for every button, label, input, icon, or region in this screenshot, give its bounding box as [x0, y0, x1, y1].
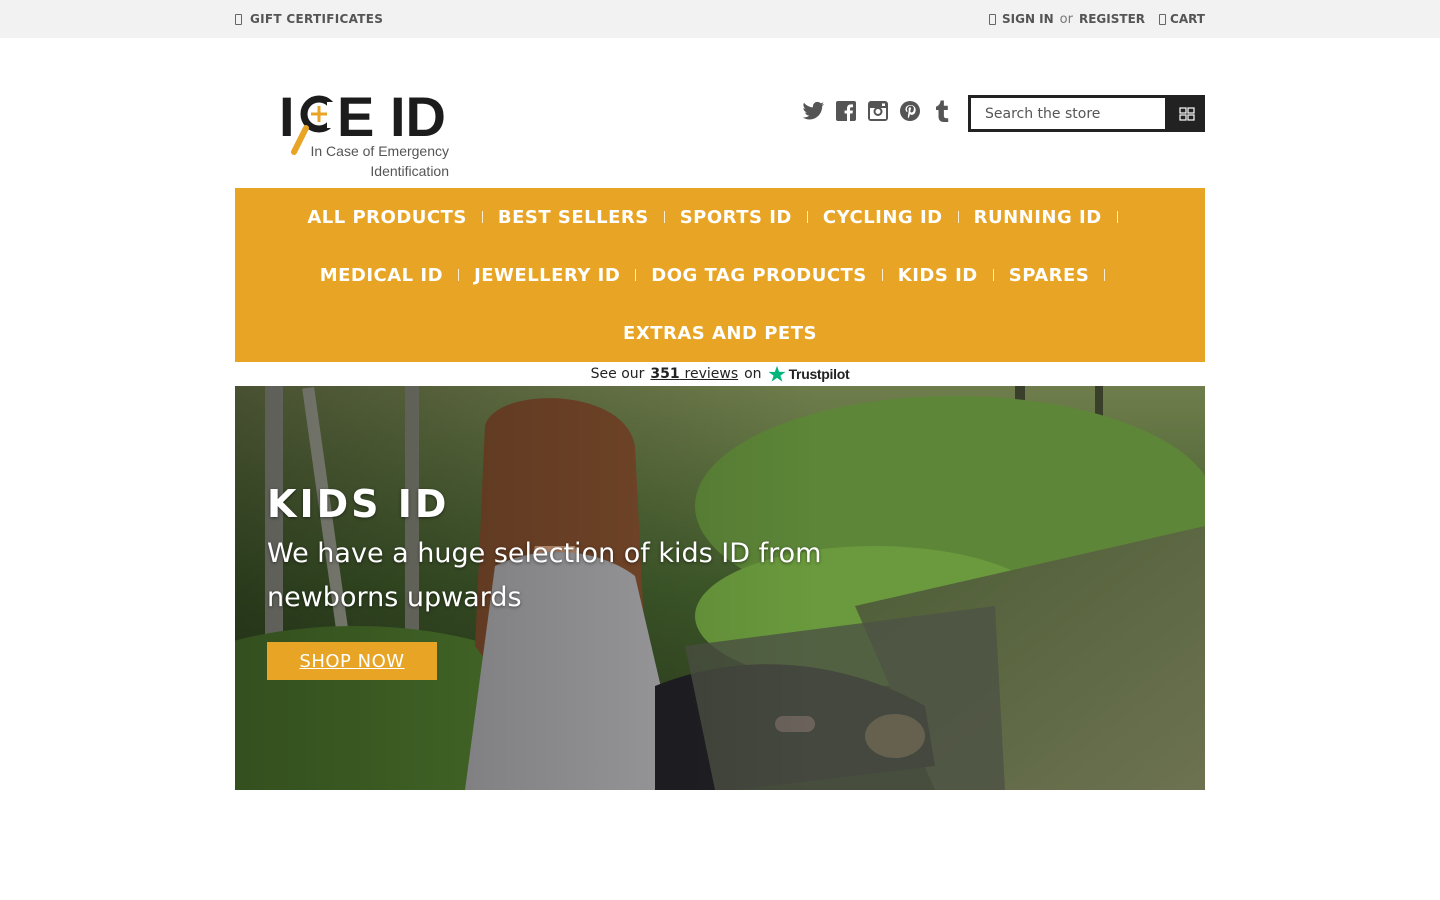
nav-item-best-sellers[interactable]: BEST SELLERS: [498, 207, 680, 228]
nav-row-2: MEDICAL ID JEWELLERY ID DOG TAG PRODUCTS…: [275, 246, 1165, 304]
facebook-icon[interactable]: [835, 100, 857, 122]
hero-text: KIDS ID We have a huge selection of kids…: [267, 482, 907, 620]
instagram-icon[interactable]: [867, 100, 889, 122]
svg-text:ID: ID: [390, 90, 446, 148]
nav-item-dog-tag-products[interactable]: DOG TAG PRODUCTS: [651, 265, 898, 286]
nav-item-spares[interactable]: SPARES: [1009, 265, 1121, 286]
nav-item-medical-id[interactable]: MEDICAL ID: [320, 265, 474, 286]
gift-certificates-link[interactable]: GIFT CERTIFICATES: [235, 12, 383, 26]
search-button[interactable]: [1168, 95, 1205, 132]
social-links: [803, 100, 953, 122]
search-form: [968, 95, 1205, 132]
shop-now-button[interactable]: SHOP NOW: [267, 642, 437, 680]
trustpilot-widget[interactable]: See our 351 reviews on Trustpilot: [235, 362, 1205, 386]
trustpilot-prefix: See our: [590, 366, 645, 382]
gift-icon: [235, 13, 242, 25]
nav-item-sports-id[interactable]: SPORTS ID: [680, 207, 823, 228]
trustpilot-review-count[interactable]: 351 reviews: [650, 366, 738, 382]
svg-text:E: E: [337, 90, 374, 148]
tumblr-icon[interactable]: [931, 100, 953, 122]
nav-row-3: EXTRAS AND PETS: [275, 304, 1165, 362]
main-navigation: ALL PRODUCTS BEST SELLERS SPORTS ID CYCL…: [235, 188, 1205, 362]
twitter-icon[interactable]: [803, 100, 825, 122]
logo-tagline-1: In Case of Emergency: [310, 143, 449, 159]
nav-row-1: ALL PRODUCTS BEST SELLERS SPORTS ID CYCL…: [275, 188, 1165, 246]
or-text: or: [1059, 11, 1073, 27]
user-icon: [988, 13, 996, 25]
gift-certificates-label: GIFT CERTIFICATES: [250, 12, 384, 26]
cart-icon: [1159, 13, 1167, 25]
nav-item-extras-and-pets[interactable]: EXTRAS AND PETS: [623, 323, 817, 344]
hero-banner: KIDS ID We have a huge selection of kids…: [235, 386, 1205, 790]
search-input[interactable]: [968, 95, 1168, 132]
site-header: I E ID In Case of Emergency Identificati…: [235, 38, 1205, 188]
nav-item-jewellery-id[interactable]: JEWELLERY ID: [474, 265, 651, 286]
hero-title: KIDS ID: [267, 482, 450, 526]
trustpilot-star-icon: [768, 365, 786, 382]
nav-item-kids-id[interactable]: KIDS ID: [898, 265, 1009, 286]
logo-tagline-2: Identification: [370, 163, 449, 179]
nav-item-all-products[interactable]: ALL PRODUCTS: [307, 207, 498, 228]
register-link[interactable]: REGISTER: [1079, 12, 1145, 26]
hero-subtitle: We have a huge selection of kids ID from…: [267, 538, 822, 613]
search-icon: [1178, 106, 1195, 121]
nav-item-cycling-id[interactable]: CYCLING ID: [823, 207, 974, 228]
svg-text:I: I: [279, 90, 295, 148]
sign-in-link[interactable]: SIGN IN: [1002, 12, 1054, 26]
nav-item-running-id[interactable]: RUNNING ID: [974, 207, 1133, 228]
cart-link[interactable]: CART: [1159, 12, 1205, 26]
ice-id-logo[interactable]: I E ID In Case of Emergency Identificati…: [279, 85, 454, 180]
trustpilot-on: on: [744, 366, 762, 382]
pinterest-icon[interactable]: [899, 100, 921, 122]
trustpilot-logo: Trustpilot: [768, 365, 850, 383]
cart-label: CART: [1170, 12, 1205, 26]
top-utility-bar: GIFT CERTIFICATES SIGN IN or REGISTER CA…: [0, 0, 1440, 38]
